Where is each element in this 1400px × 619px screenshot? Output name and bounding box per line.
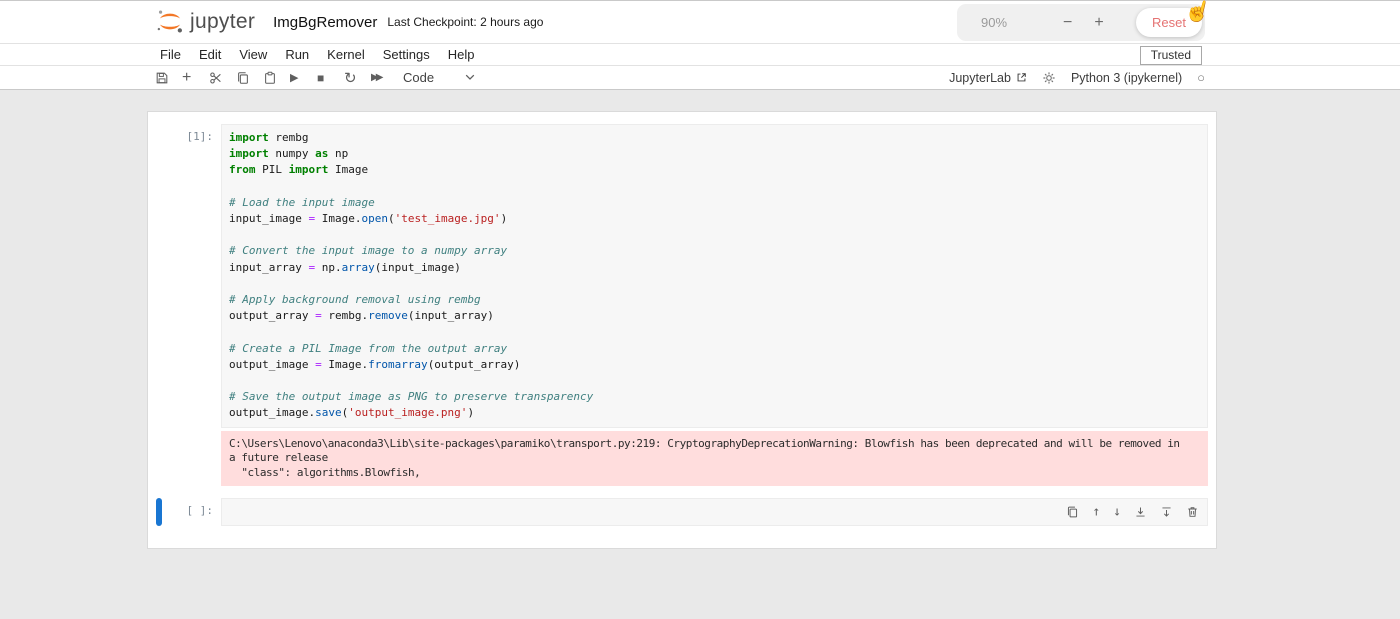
jupyter-logo-icon (155, 7, 185, 37)
move-cell-down-button[interactable]: ↓ (1113, 505, 1121, 520)
menu-kernel[interactable]: Kernel (318, 47, 374, 62)
titlebar: jupyter ImgBgRemover Last Checkpoint: 2 … (0, 0, 1400, 44)
menu-settings[interactable]: Settings (374, 47, 439, 62)
jupyterlab-label: JupyterLab (949, 70, 1011, 85)
notebook-title[interactable]: ImgBgRemover (273, 14, 377, 31)
delete-cell-button[interactable] (1186, 506, 1199, 519)
duplicate-icon (1068, 506, 1078, 518)
gear-icon (1043, 71, 1055, 84)
duplicate-cell-button[interactable] (1066, 506, 1079, 519)
zoom-level: 90% (981, 15, 1008, 30)
insert-above-icon (1136, 507, 1145, 517)
insert-cell-button[interactable]: + (182, 69, 209, 87)
save-icon (156, 72, 168, 83)
execution-count-empty: [ ]: (186, 504, 214, 518)
menu-view[interactable]: View (230, 47, 276, 62)
jupyter-wordmark: jupyter (190, 10, 256, 33)
paste-icon (265, 71, 275, 84)
trusted-badge[interactable]: Trusted (1139, 46, 1202, 65)
insert-cell-above-button[interactable] (1134, 506, 1147, 519)
kernel-status-icon: ○ (1197, 70, 1205, 85)
menubar: File Edit View Run Kernel Settings Help … (0, 44, 1400, 66)
cell-type-value: Code (403, 70, 435, 85)
trash-icon (1188, 507, 1197, 517)
cell-output-stderr: C:\Users\Lenovo\anaconda3\Lib\site-packa… (221, 430, 1208, 487)
menu-edit[interactable]: Edit (190, 47, 230, 62)
interrupt-kernel-button[interactable]: ■ (317, 71, 344, 85)
restart-run-all-button[interactable]: ▶▶ (371, 72, 398, 83)
notebook-scroll-area: [1]: import rembg import numpy as np from … (0, 90, 1400, 550)
cell-toolbar: ↑ ↓ (1066, 505, 1199, 520)
code-editor[interactable]: import rembg import numpy as np from PIL i… (221, 124, 1208, 428)
checkpoint-status: Last Checkpoint: 2 hours ago (387, 15, 544, 29)
menu-file[interactable]: File (151, 47, 190, 62)
save-button[interactable] (155, 71, 182, 85)
insert-cell-below-button[interactable] (1160, 506, 1173, 519)
external-link-icon (1017, 73, 1026, 82)
zoom-out-button[interactable]: − (1059, 14, 1076, 32)
zoom-reset-button[interactable]: Reset (1136, 8, 1202, 37)
toolbar-right: JupyterLab Python 3 (ipykernel) ○ (949, 70, 1205, 85)
open-in-jupyterlab-link[interactable]: JupyterLab (949, 71, 1027, 85)
paste-cell-button[interactable] (263, 71, 290, 85)
execution-count: [1]: (186, 130, 214, 143)
code-cell-1: [1]: import rembg import numpy as np from … (148, 124, 1216, 487)
settings-gear-button[interactable] (1042, 71, 1056, 85)
cut-icon (210, 71, 221, 84)
move-cell-up-button[interactable]: ↑ (1092, 505, 1100, 520)
restart-kernel-button[interactable]: ↻ (344, 69, 371, 87)
run-cell-button[interactable]: ▶ (290, 71, 317, 84)
code-cell-2: [ ]: ↑ ↓ (148, 498, 1216, 527)
cell-type-dropdown[interactable]: Code (403, 70, 475, 85)
zoom-in-button[interactable]: + (1090, 14, 1107, 32)
menu-run[interactable]: Run (276, 47, 318, 62)
notebook-toolbar: + ▶ ■ ↻ ▶▶ Code JupyterLab Python 3 (ipy… (0, 66, 1400, 90)
kernel-name[interactable]: Python 3 (ipykernel) (1071, 71, 1182, 85)
cut-cell-button[interactable] (209, 71, 236, 85)
copy-cell-button[interactable] (236, 71, 263, 85)
chevron-down-icon (465, 74, 475, 80)
jupyter-logo[interactable]: jupyter (155, 7, 255, 37)
menu-help[interactable]: Help (439, 47, 484, 62)
copy-icon (238, 71, 248, 84)
zoom-widget: 90% − + Reset ☝ (957, 0, 1214, 41)
empty-code-editor[interactable]: ↑ ↓ (221, 498, 1208, 527)
insert-below-icon (1162, 507, 1171, 517)
notebook-panel: [1]: import rembg import numpy as np from … (147, 111, 1217, 550)
